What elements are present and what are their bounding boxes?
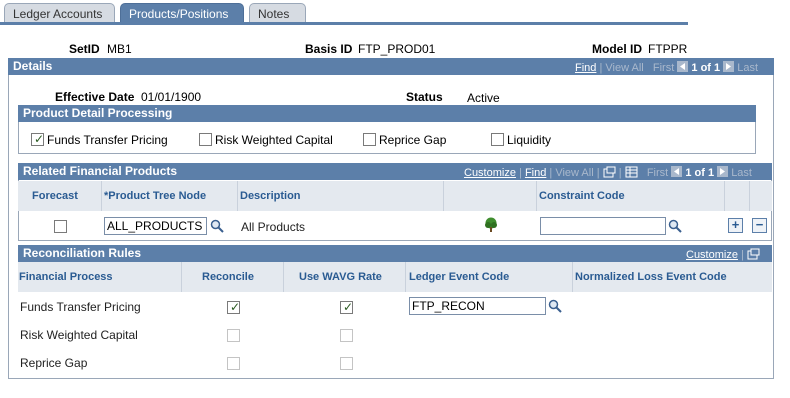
tab-underline xyxy=(0,22,688,25)
details-count: 1 of 1 xyxy=(691,62,721,74)
description-value: All Products xyxy=(241,220,306,234)
details-title: Details xyxy=(13,59,53,73)
funds-transfer-pricing-checkbox[interactable]: ✓ xyxy=(31,133,44,146)
prev-arrow-icon xyxy=(677,61,689,72)
related-count: 1 of 1 xyxy=(685,167,715,179)
details-find-link[interactable]: Find xyxy=(575,62,596,74)
status-value: Active xyxy=(467,91,500,105)
col-forecast: Forecast xyxy=(32,190,78,202)
related-prev-arrow-icon xyxy=(671,166,683,177)
col-reconcile: Reconcile xyxy=(202,271,254,283)
grid-icon[interactable] xyxy=(625,166,638,178)
effective-date-label: Effective Date xyxy=(55,90,135,104)
related-products-column-header: Forecast *Product Tree Node Description … xyxy=(18,181,772,211)
add-row-button[interactable]: + xyxy=(728,218,743,233)
risk-weighted-capital-checkbox[interactable] xyxy=(199,133,212,146)
related-customize-link[interactable]: Customize xyxy=(464,167,516,179)
col-ledger-event-code: Ledger Event Code xyxy=(409,271,510,283)
wavg-checkbox-rg xyxy=(340,357,353,370)
liquidity-label: Liquidity xyxy=(507,133,552,147)
reconcile-checkbox-rwc xyxy=(227,329,240,342)
next-arrow-icon xyxy=(723,61,735,72)
reconcile-checkbox-rg xyxy=(227,357,240,370)
col-constraint-code: Constraint Code xyxy=(539,190,625,202)
reconcile-checkbox-ftp[interactable]: ✓ xyxy=(227,301,240,314)
tab-ledger-accounts[interactable]: Ledger Accounts xyxy=(4,3,115,23)
related-find-link[interactable]: Find xyxy=(525,167,546,179)
ledger-event-code-input[interactable]: FTP_RECON xyxy=(409,297,546,315)
status-label: Status xyxy=(406,90,443,104)
setid-label: SetID xyxy=(69,42,100,56)
tab-products-positions[interactable]: Products/Positions xyxy=(120,3,244,23)
funds-transfer-pricing-label: Funds Transfer Pricing xyxy=(47,133,168,147)
process-risk-weighted-capital: Risk Weighted Capital xyxy=(20,328,138,342)
col-product-tree-node: *Product Tree Node xyxy=(104,190,207,202)
reprice-gap-label: Reprice Gap xyxy=(379,133,447,147)
liquidity-checkbox[interactable] xyxy=(491,133,504,146)
col-description: Description xyxy=(240,190,301,202)
process-reprice-gap: Reprice Gap xyxy=(20,356,88,370)
product-detail-header: Product Detail Processing xyxy=(18,105,756,122)
product-detail-title: Product Detail Processing xyxy=(23,106,173,120)
reconciliation-column-header: Financial Process Reconcile Use WAVG Rat… xyxy=(18,262,772,292)
reconciliation-customize-link[interactable]: Customize xyxy=(686,249,738,261)
model-id-value: FTPPR xyxy=(648,42,688,56)
reprice-gap-checkbox[interactable] xyxy=(363,133,376,146)
related-first: First xyxy=(646,167,669,179)
details-first: First xyxy=(652,62,675,74)
risk-weighted-capital-label: Risk Weighted Capital xyxy=(215,133,333,147)
ledger-code-lookup-icon[interactable] xyxy=(548,299,562,313)
setid-value: MB1 xyxy=(107,42,132,56)
related-next-arrow-icon xyxy=(717,166,729,177)
col-financial-process: Financial Process xyxy=(19,271,113,283)
effective-date-value: 01/01/1900 xyxy=(141,90,202,104)
reconciliation-nav: Customize | xyxy=(686,248,760,261)
constraint-code-input[interactable] xyxy=(540,217,666,235)
wavg-checkbox-rwc xyxy=(340,329,353,342)
tab-notes[interactable]: Notes xyxy=(249,3,306,23)
basis-id-value: FTP_PROD01 xyxy=(358,42,436,56)
details-last: Last xyxy=(737,62,759,74)
related-products-title: Related Financial Products xyxy=(23,164,178,178)
constraint-lookup-icon[interactable] xyxy=(668,219,682,233)
reconciliation-header: Reconciliation Rules xyxy=(18,245,772,262)
reconciliation-title: Reconciliation Rules xyxy=(23,246,142,260)
related-products-nav: Customize | Find | View All | | First 1 … xyxy=(464,166,752,179)
tree-icon[interactable] xyxy=(483,217,499,233)
forecast-checkbox[interactable] xyxy=(54,220,67,233)
process-funds-transfer-pricing: Funds Transfer Pricing xyxy=(20,300,141,314)
basis-id-label: Basis ID xyxy=(305,42,353,56)
product-tree-node-input[interactable]: ALL_PRODUCTS xyxy=(104,217,207,235)
col-use-wavg-rate: Use WAVG Rate xyxy=(299,271,382,283)
new-window-icon[interactable] xyxy=(603,166,616,178)
details-view-all: View All xyxy=(605,62,644,74)
tree-node-lookup-icon[interactable] xyxy=(210,219,224,233)
reconciliation-new-window-icon[interactable] xyxy=(747,248,760,260)
delete-row-button[interactable]: − xyxy=(752,218,767,233)
col-normalized-loss-event-code: Normalized Loss Event Code xyxy=(575,271,727,283)
details-nav: Find | View All First 1 of 1 Last xyxy=(575,61,759,74)
related-view-all: View All xyxy=(555,167,594,179)
wavg-checkbox-ftp[interactable]: ✓ xyxy=(340,301,353,314)
model-id-label: Model ID xyxy=(592,42,642,56)
related-last: Last xyxy=(731,167,752,179)
